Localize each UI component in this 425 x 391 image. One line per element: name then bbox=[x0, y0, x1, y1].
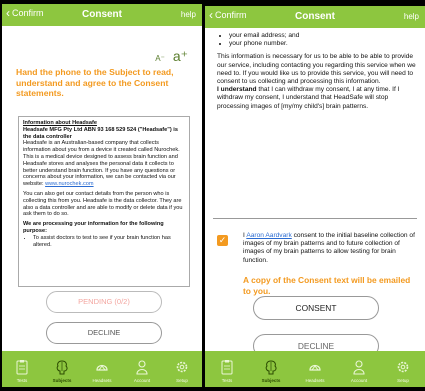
consent-statement: I Aaron Aardvark consent to the initial … bbox=[243, 232, 415, 264]
consent-document-scroll[interactable]: your email address; and your phone numbe… bbox=[217, 32, 419, 111]
tab-tests[interactable]: Tests bbox=[2, 351, 42, 387]
doc-paragraph: Headsafe is an Australian-based company … bbox=[23, 140, 180, 188]
tab-setup[interactable]: Setup bbox=[381, 351, 425, 387]
tab-label: Tests bbox=[221, 378, 233, 383]
tab-subjects[interactable]: Subjects bbox=[249, 351, 293, 387]
tab-headsets[interactable]: Headsets bbox=[293, 351, 337, 387]
pending-button[interactable]: PENDING (0/2) bbox=[46, 291, 162, 313]
email-copy-note: A copy of the Consent text will be email… bbox=[243, 275, 411, 296]
help-link[interactable]: help bbox=[404, 12, 419, 21]
top-bar: ‹ Confirm Consent help bbox=[2, 4, 202, 26]
gear-icon bbox=[176, 361, 188, 373]
tab-tests[interactable]: Tests bbox=[205, 351, 249, 387]
tab-label: Account bbox=[133, 378, 151, 383]
consent-document-scroll[interactable]: Information about Headsafe Headsafe MFG … bbox=[18, 116, 190, 287]
tab-label: Tests bbox=[16, 378, 28, 383]
doc-paragraph: You can also get our contact details fro… bbox=[23, 190, 183, 218]
doc-bullet: To assist doctors to test to see if your… bbox=[33, 235, 185, 249]
tab-subjects[interactable]: Subjects bbox=[42, 351, 82, 387]
doc-heading: Information about Headsafe bbox=[23, 120, 97, 126]
tab-account[interactable]: Account bbox=[337, 351, 381, 387]
doc-paragraph: I understand that I can withdraw my cons… bbox=[217, 86, 400, 110]
doc-bullet: your email address; and bbox=[229, 32, 419, 40]
tab-headsets[interactable]: Headsets bbox=[82, 351, 122, 387]
tab-label: Subjects bbox=[261, 378, 281, 383]
tab-label: Headsets bbox=[305, 378, 325, 383]
page-title: Consent bbox=[82, 9, 122, 20]
increase-font-button[interactable]: a⁺ bbox=[173, 48, 188, 65]
help-link[interactable]: help bbox=[181, 10, 196, 19]
doc-company: Headsafe MFG Pty Ltd ABN 93 168 529 524 … bbox=[23, 126, 178, 140]
brain-icon bbox=[56, 360, 68, 375]
page-title: Consent bbox=[295, 11, 335, 22]
divider bbox=[213, 218, 417, 219]
tab-label: Setup bbox=[397, 378, 409, 383]
person-icon bbox=[136, 360, 148, 375]
top-bar: ‹ Confirm Consent help bbox=[205, 6, 425, 28]
person-icon bbox=[353, 360, 365, 375]
consent-screen-right: ‹ Confirm Consent help your email addres… bbox=[205, 6, 425, 387]
tab-label: Account bbox=[350, 378, 368, 383]
bottom-tab-bar: Tests Subjects Headsets Account Setup bbox=[205, 351, 425, 387]
website-link[interactable]: www.nurochek.com bbox=[45, 181, 94, 187]
doc-purpose-heading: We are processing your information for t… bbox=[23, 221, 164, 234]
tab-account[interactable]: Account bbox=[122, 351, 162, 387]
clipboard-icon bbox=[16, 360, 28, 375]
brain-icon bbox=[265, 360, 277, 375]
clipboard-icon bbox=[221, 360, 233, 375]
tab-setup[interactable]: Setup bbox=[162, 351, 202, 387]
headset-icon bbox=[309, 364, 321, 371]
consent-button[interactable]: CONSENT bbox=[253, 296, 379, 320]
headset-icon bbox=[96, 364, 108, 371]
consent-screen-left: ‹ Confirm Consent help A⁻ a⁺ Hand the ph… bbox=[2, 4, 202, 387]
tab-label: Subjects bbox=[52, 378, 72, 383]
subject-name-link[interactable]: Aaron Aardvark bbox=[246, 232, 291, 239]
doc-bullet: your phone number. bbox=[229, 40, 419, 48]
consent-checkbox[interactable]: ✓ bbox=[217, 235, 228, 246]
decrease-font-button[interactable]: A⁻ bbox=[155, 54, 165, 63]
tab-label: Setup bbox=[176, 378, 188, 383]
decline-button[interactable]: DECLINE bbox=[46, 322, 162, 344]
gear-icon bbox=[397, 361, 409, 373]
tab-label: Headsets bbox=[92, 378, 112, 383]
bottom-tab-bar: Tests Subjects Headsets Account Setup bbox=[2, 351, 202, 387]
instruction-text: Hand the phone to the Subject to read, u… bbox=[16, 67, 174, 98]
font-size-controls: A⁻ a⁺ bbox=[155, 48, 188, 65]
doc-paragraph: This information is necessary for us to … bbox=[217, 53, 416, 86]
